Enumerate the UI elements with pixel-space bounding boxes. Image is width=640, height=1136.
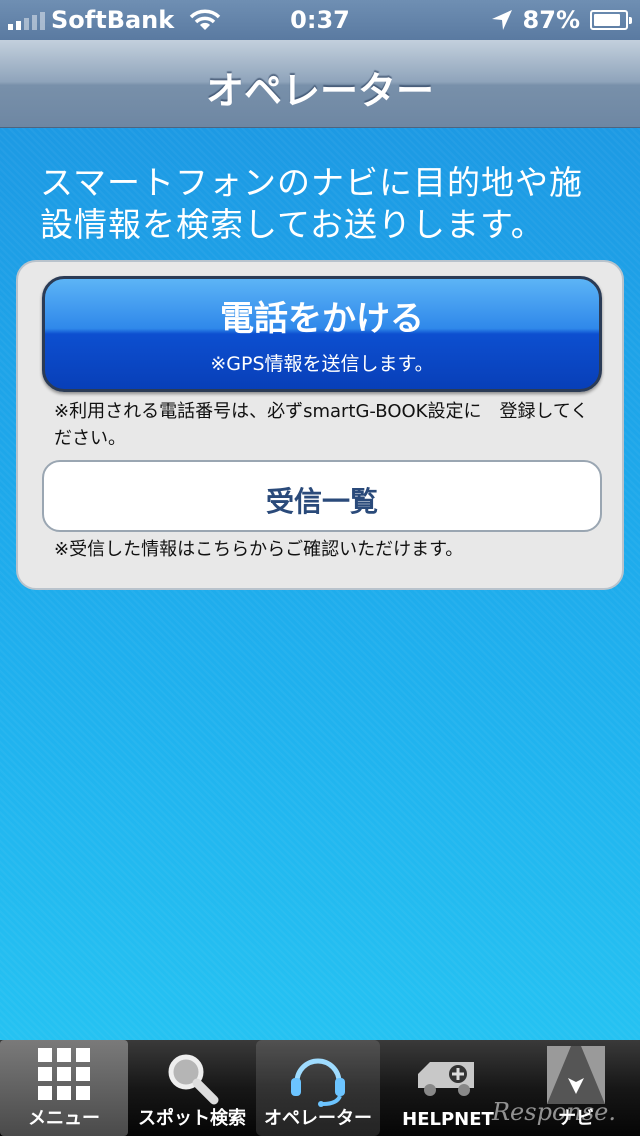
- tab-menu[interactable]: メニュー: [0, 1040, 128, 1136]
- battery-percent: 87%: [522, 6, 580, 34]
- intro-text: スマートフォンのナビに目的地や施設情報を検索してお送りします。: [40, 163, 584, 244]
- location-arrow-icon: [491, 10, 512, 30]
- call-button-subtext: ※GPS情報を送信します。: [210, 353, 434, 375]
- operator-panel: 電話をかける ※GPS情報を送信します。 ※利用される電話番号は、必ずsmart…: [16, 260, 624, 590]
- tab-bar: メニュー スポット検索 オペレーター HELPNET ナビ Response.: [0, 1040, 640, 1136]
- navigation-bar: オペレーター: [0, 40, 640, 128]
- received-list-label: 受信一覧: [265, 485, 378, 518]
- headset-icon: [291, 1058, 345, 1107]
- tab-label: スポット検索: [138, 1108, 246, 1129]
- watermark: Response.: [491, 1098, 616, 1126]
- call-button-label: 電話をかける: [220, 299, 424, 339]
- tab-spot-search[interactable]: スポット検索: [128, 1040, 256, 1136]
- ambulance-icon: [418, 1062, 474, 1096]
- battery-icon: [590, 10, 632, 30]
- page-title: オペレーター: [205, 69, 434, 113]
- status-bar: SoftBank 0:37 87%: [0, 0, 640, 40]
- status-right: 87%: [491, 6, 632, 34]
- tab-label: オペレーター: [264, 1108, 372, 1129]
- phone-number-note: ※利用される電話番号は、必ずsmartG-BOOK設定に 登録してください。: [54, 401, 589, 449]
- battery-fill: [594, 14, 621, 26]
- received-note: ※受信した情報はこちらからご確認いただけます。: [54, 539, 464, 560]
- call-button[interactable]: 電話をかける ※GPS情報を送信します。: [42, 276, 602, 392]
- grid-icon: [38, 1048, 90, 1100]
- search-icon: [168, 1054, 219, 1105]
- main-content: スマートフォンのナビに目的地や施設情報を検索してお送りします。 電話をかける ※…: [0, 128, 640, 1040]
- received-list-button[interactable]: 受信一覧: [42, 460, 602, 532]
- tab-operator[interactable]: オペレーター: [256, 1040, 380, 1136]
- tab-label: メニュー: [28, 1108, 100, 1129]
